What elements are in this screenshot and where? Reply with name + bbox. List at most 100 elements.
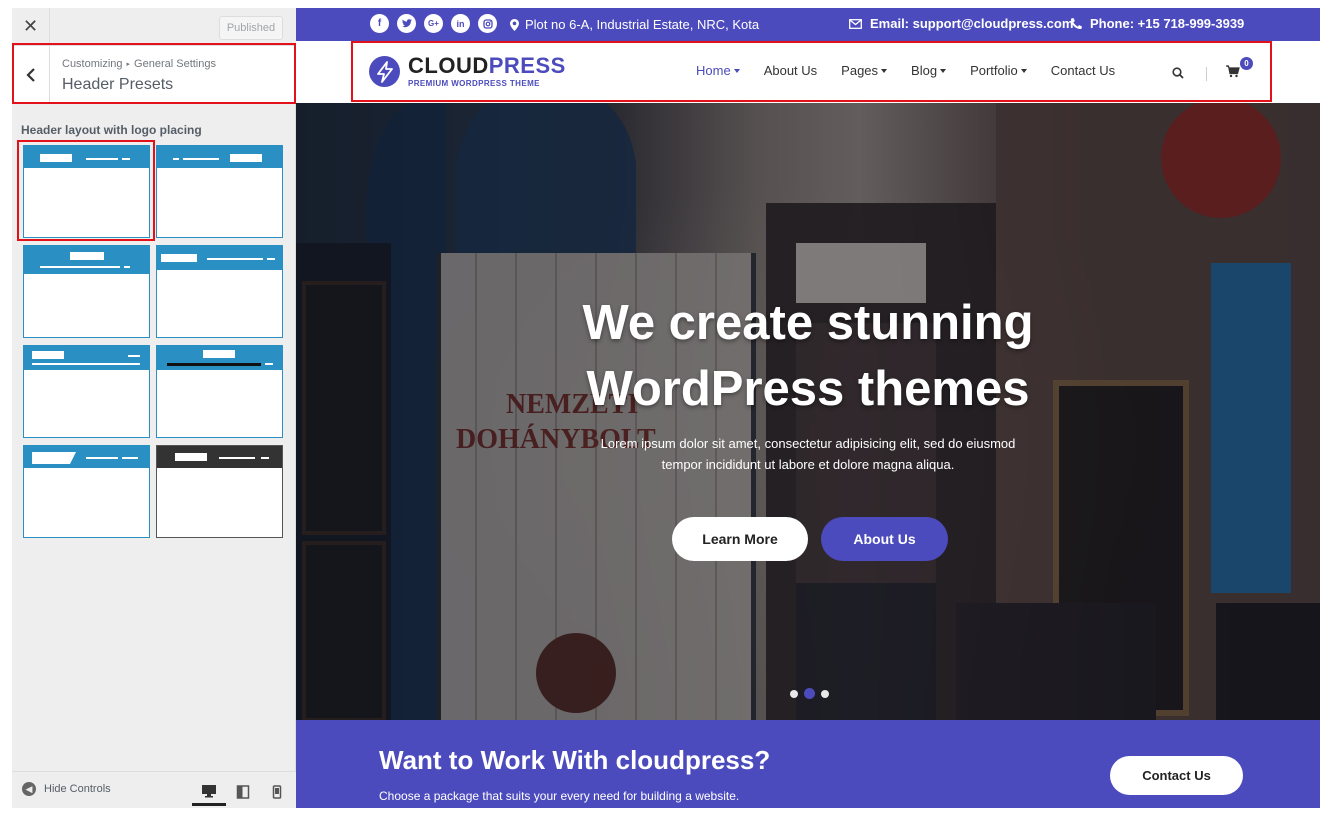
cta-subtitle: Choose a package that suits your every n… [379,789,740,803]
cart-icon[interactable] [1226,65,1240,83]
phone-info: Phone: +15 718-999-3939 [1071,16,1244,31]
customizer-window: ✕ Published Customizing ▸ General Settings… [0,0,1330,815]
site-logo[interactable]: CLOUDPRESS PREMIUM WORDPRESS THEME [369,55,566,88]
nav-item-pages[interactable]: Pages [841,63,888,78]
section-title: Header Presets [62,76,174,93]
caret-down-icon [733,69,740,73]
preset-menu-line [207,258,263,260]
preset-logo-center-menu-below[interactable] [156,345,283,438]
caret-down-icon [881,69,888,73]
collapse-arrow-icon: ◀ [22,782,36,796]
slider-dot[interactable] [790,689,798,698]
hero-subtitle: Lorem ipsum dolor sit amet, consectetur … [296,433,1320,475]
preset-menu-line [32,363,140,365]
preset-menu-line [173,158,179,160]
customizer-topbar: ✕ Published [12,8,296,46]
tablet-device-icon[interactable] [226,778,260,806]
published-button[interactable]: Published [219,16,283,40]
preset-bar [157,146,282,168]
hero-slider: NEMZETI DOHÁNYBOLT We create stunning Wo… [296,103,1320,720]
nav-label: About Us [763,63,818,78]
search-icon[interactable] [1172,66,1184,84]
preset-menu-line [40,266,120,268]
preset-logo-block [161,254,197,262]
preset-bar [24,246,149,274]
email-text[interactable]: Email: support@cloudpress.com [870,16,1073,31]
social-links: f G+ in [370,14,497,33]
cart-count-badge: 0 [1240,57,1253,70]
phone-icon [1071,18,1082,29]
preset-logo-center[interactable] [23,245,150,338]
preset-logo-angled[interactable] [23,445,150,538]
facebook-icon[interactable]: f [370,14,389,33]
instagram-icon[interactable] [478,14,497,33]
preset-logo-block [175,453,207,461]
map-marker-icon [510,18,519,31]
preset-menu-line [86,457,118,459]
section-header: Customizing ▸ General Settings Header Pres… [12,46,296,104]
breadcrumb-separator-icon: ▸ [126,61,131,69]
preset-logo-block [203,350,235,358]
envelope-icon [849,18,862,29]
mobile-device-icon[interactable] [260,778,294,806]
preset-menu-line [128,355,140,357]
nav-label: Blog [911,63,938,78]
email-info: Email: support@cloudpress.com [849,16,1073,31]
preset-angled-logo-icon [32,452,76,464]
nav-label: Home [696,63,731,78]
back-arrow-icon[interactable] [12,46,50,103]
preset-logo-top-menu-below[interactable] [23,345,150,438]
logo-name-part1: CLOUD [408,53,489,78]
phone-text[interactable]: Phone: +15 718-999-3939 [1090,16,1244,31]
preset-menu-line [86,158,118,160]
preset-logo-block [40,154,72,162]
nav-label: Portfolio [970,63,1018,78]
hide-controls-label: Hide Controls [44,783,111,795]
nav-label: Pages [841,63,879,78]
nav-item-home[interactable]: Home [696,63,740,78]
close-icon[interactable]: ✕ [12,8,50,45]
preset-logo-block [70,252,104,260]
address-info: Plot no 6-A, Industrial Estate, NRC, Kot… [510,17,759,32]
preset-menu-left-logo-right[interactable] [156,145,283,238]
hero-subtitle-line1: Lorem ipsum dolor sit amet, consectetur … [600,436,1016,451]
logo-name: CLOUDPRESS [408,55,566,77]
twitter-icon[interactable] [397,14,416,33]
linkedin-icon[interactable]: in [451,14,470,33]
site-preview: f G+ in Plot no 6-A, Industrial Estate, … [296,8,1320,808]
preset-menu-line [124,266,130,268]
logo-name-part2: PRESS [488,53,566,78]
preset-logo-left-wide-menu[interactable] [156,245,283,338]
customizer-footer: ◀ Hide Controls [12,771,296,808]
lightning-logo-icon [369,56,400,87]
nav-item-contact-us[interactable]: Contact Us [1051,63,1115,78]
site-header: CLOUDPRESS PREMIUM WORDPRESS THEME Home … [296,41,1320,103]
presets-label: Header layout with logo placing [21,123,202,137]
breadcrumb: Customizing ▸ General Settings [62,58,216,70]
address-text: Plot no 6-A, Industrial Estate, NRC, Kot… [525,17,760,32]
desktop-device-icon[interactable] [192,778,226,806]
nav-item-blog[interactable]: Blog [911,63,947,78]
preset-menu-line [261,457,269,459]
google-plus-icon[interactable]: G+ [424,14,443,33]
preset-logo-block [230,154,262,162]
nav-item-about-us[interactable]: About Us [764,63,817,78]
caret-down-icon [1020,69,1027,73]
cta-banner: Want to Work With cloudpress? Choose a p… [296,720,1320,808]
contact-us-button[interactable]: Contact Us [1110,756,1243,795]
nav-item-portfolio[interactable]: Portfolio [970,63,1027,78]
nav-label: Contact Us [1050,63,1116,78]
preset-menu-line [122,158,130,160]
learn-more-button[interactable]: Learn More [672,517,808,561]
header-divider [1206,67,1207,81]
about-us-button[interactable]: About Us [821,517,948,561]
preset-logo-left-menu-right[interactable] [23,145,150,238]
top-info-bar: f G+ in Plot no 6-A, Industrial Estate, … [296,8,1320,41]
preset-dark-header[interactable] [156,445,283,538]
hide-controls-button[interactable]: ◀ Hide Controls [22,782,111,796]
slider-dot[interactable] [821,689,829,698]
slider-dot-active[interactable] [804,688,815,699]
logo-text: CLOUDPRESS PREMIUM WORDPRESS THEME [408,55,566,89]
preset-menu-line [267,258,275,260]
preset-menu-line [183,158,219,160]
